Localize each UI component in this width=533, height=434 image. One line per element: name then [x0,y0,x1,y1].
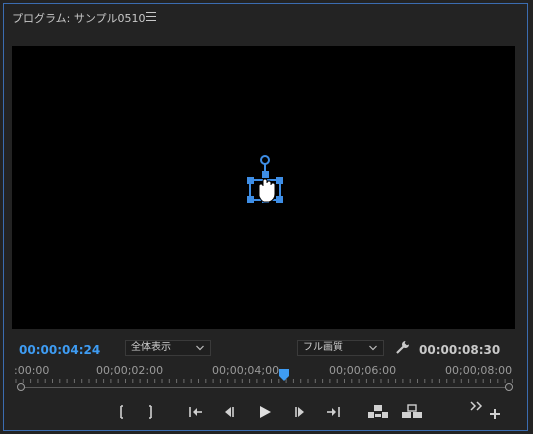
current-timecode[interactable]: 00:00:04:24 [19,343,100,357]
zoom-level-value: 全体表示 [131,342,171,353]
wrench-icon[interactable] [395,340,410,355]
go-to-in-icon [189,407,202,417]
transform-anchor-icon[interactable] [245,150,285,210]
zoom-level-select[interactable]: 全体表示 [125,340,211,356]
go-to-out-icon [327,407,340,417]
button-editor-button[interactable] [487,406,505,422]
mark-out-button[interactable] [142,404,160,420]
lift-button[interactable] [367,404,389,420]
more-controls-button[interactable] [468,400,486,416]
zoom-start-handle[interactable] [17,383,25,391]
mark-in-icon [120,405,123,419]
double-chevron-icon [470,401,483,411]
playback-resolution-select[interactable]: フル画質 [297,340,384,356]
duration-timecode: 00:00:08:30 [419,343,501,357]
go-to-in-button[interactable] [187,404,205,420]
hand-cursor-icon [258,178,276,203]
ruler-label: 00;00;06:00 [329,364,397,377]
transport-controls [0,400,533,424]
chevron-down-icon [196,345,204,351]
playhead-handle[interactable] [278,368,290,382]
step-back-button[interactable] [220,404,238,420]
ruler-label: :00:00 [14,364,50,377]
play-icon [260,406,271,418]
navigator-track[interactable] [18,387,511,388]
ruler-label: 00;00;02:00 [96,364,164,377]
hamburger-menu-icon[interactable] [146,12,156,21]
panel-title[interactable]: プログラム: サンプル0510 [12,10,146,26]
time-ruler[interactable]: :00:00 00;00;02:00 00;00;04;00 00;00;06:… [14,360,515,396]
ruler-label: 00;00;08:00 [445,364,513,377]
step-forward-button[interactable] [291,404,309,420]
plus-icon [490,409,500,419]
mark-in-button[interactable] [112,404,130,420]
program-viewer[interactable] [12,46,515,329]
lift-icon [368,405,388,418]
ruler-label: 00;00;04;00 [212,364,280,377]
mark-out-icon [149,405,152,419]
zoom-end-handle[interactable] [505,383,513,391]
go-to-out-button[interactable] [324,404,342,420]
step-back-icon [225,407,234,417]
chevron-down-icon [369,345,377,351]
play-button[interactable] [256,404,274,420]
extract-icon [402,404,422,418]
playback-resolution-value: フル画質 [303,342,343,353]
extract-button[interactable] [401,404,423,420]
ruler-ticks [15,379,513,383]
step-forward-icon [295,407,304,417]
